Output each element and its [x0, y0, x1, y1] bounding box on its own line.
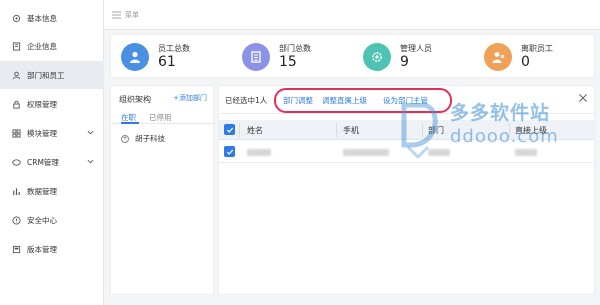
stat-label: 管理人员 — [400, 44, 432, 53]
column-divider — [336, 123, 337, 137]
column-header-phone[interactable]: 手机 — [343, 125, 359, 136]
stat-label: 部门总数 — [279, 44, 311, 53]
expand-icon[interactable]: + — [121, 134, 129, 143]
top-bar: 菜单 — [104, 0, 600, 30]
tree-item-company[interactable]: + 胡子科技 — [121, 133, 165, 144]
user-icon — [12, 71, 21, 80]
watermark-url: ddooo.com — [450, 126, 559, 147]
shield-icon — [12, 215, 21, 225]
stat-value: 9 — [400, 54, 409, 70]
sidebar-item-label: 数据管理 — [27, 186, 57, 196]
sidebar: 基本信息 企业信息 部门和员工 权限管理 模块管理 CRM管理 数据管理 安全中… — [0, 0, 104, 305]
sidebar-item-modules[interactable]: 模块管理 — [0, 119, 104, 147]
sidebar-item-label: 模块管理 — [27, 128, 57, 138]
check-icon — [226, 127, 233, 133]
sidebar-item-security[interactable]: 安全中心 — [0, 206, 104, 234]
chevron-down-icon[interactable] — [87, 158, 94, 165]
stat-managers: 管理人员 9 — [363, 41, 432, 73]
sidebar-item-departments[interactable]: 部门和员工 — [0, 61, 104, 89]
row-checkbox[interactable] — [224, 146, 235, 157]
sidebar-item-label: 安全中心 — [27, 215, 57, 225]
stat-value: 15 — [279, 54, 297, 70]
gear-icon — [363, 43, 391, 71]
watermark-text: 多多软件站 — [450, 102, 551, 124]
tree-item-label: 胡子科技 — [135, 134, 165, 143]
stat-label: 离职员工 — [521, 44, 553, 53]
bar-chart-icon — [12, 187, 21, 196]
column-divider — [239, 123, 240, 137]
building-icon — [12, 41, 21, 51]
add-department-link[interactable]: +添加部门 — [173, 93, 207, 103]
sidebar-item-basic-info[interactable]: 基本信息 — [0, 4, 104, 32]
sidebar-item-label: 版本管理 — [27, 244, 57, 254]
sidebar-item-label: CRM管理 — [27, 157, 59, 167]
stat-resigned: 离职员工 0 — [484, 41, 553, 73]
check-icon — [226, 149, 233, 155]
sidebar-item-permissions[interactable]: 权限管理 — [0, 90, 104, 118]
tab-disabled[interactable]: 已停用 — [149, 112, 172, 123]
org-tabs: 在职 已停用 — [111, 108, 215, 124]
column-header-name[interactable]: 姓名 — [247, 125, 263, 136]
stat-value: 0 — [521, 54, 530, 70]
sidebar-item-label: 企业信息 — [27, 41, 57, 51]
sidebar-item-label: 权限管理 — [27, 99, 57, 109]
chevron-down-icon[interactable] — [87, 129, 94, 136]
blurred-superior — [515, 149, 537, 156]
selected-count: 已经选中1人 — [225, 96, 268, 105]
close-icon[interactable] — [578, 93, 588, 103]
stat-value: 61 — [158, 54, 176, 70]
blurred-phone — [343, 149, 389, 156]
sidebar-item-label: 部门和员工 — [27, 70, 65, 80]
adjust-superior-link[interactable]: 调整直属上级 — [322, 95, 367, 106]
stat-label: 员工总数 — [158, 44, 190, 53]
adjust-department-link[interactable]: 部门调整 — [283, 95, 313, 106]
version-icon — [12, 245, 21, 254]
grid-icon — [12, 128, 21, 138]
menu-icon[interactable] — [112, 11, 121, 19]
tab-underline — [121, 122, 139, 124]
blurred-name — [247, 149, 271, 156]
watermark-logo-icon — [401, 103, 438, 158]
sidebar-item-label: 基本信息 — [27, 13, 57, 23]
person-icon — [121, 43, 149, 71]
sidebar-item-data[interactable]: 数据管理 — [0, 177, 104, 205]
settings-icon — [12, 14, 21, 23]
person-leave-icon — [484, 43, 512, 71]
menu-label[interactable]: 菜单 — [125, 10, 139, 20]
sidebar-item-crm[interactable]: CRM管理 — [0, 148, 104, 176]
sidebar-item-company-info[interactable]: 企业信息 — [0, 32, 104, 60]
crm-icon — [12, 158, 21, 167]
sidebar-item-version[interactable]: 版本管理 — [0, 235, 104, 263]
stats-panel: 员工总数 61 部门总数 15 管理人员 9 离职员工 0 — [110, 34, 595, 78]
lock-icon — [12, 100, 21, 109]
select-all-checkbox[interactable] — [224, 124, 235, 135]
stat-employees: 员工总数 61 — [121, 41, 190, 73]
org-panel: 组织架构 +添加部门 在职 已停用 + 胡子科技 — [110, 85, 215, 295]
stat-departments: 部门总数 15 — [242, 41, 311, 73]
building-icon — [242, 43, 270, 71]
org-title: 组织架构 — [119, 95, 151, 104]
